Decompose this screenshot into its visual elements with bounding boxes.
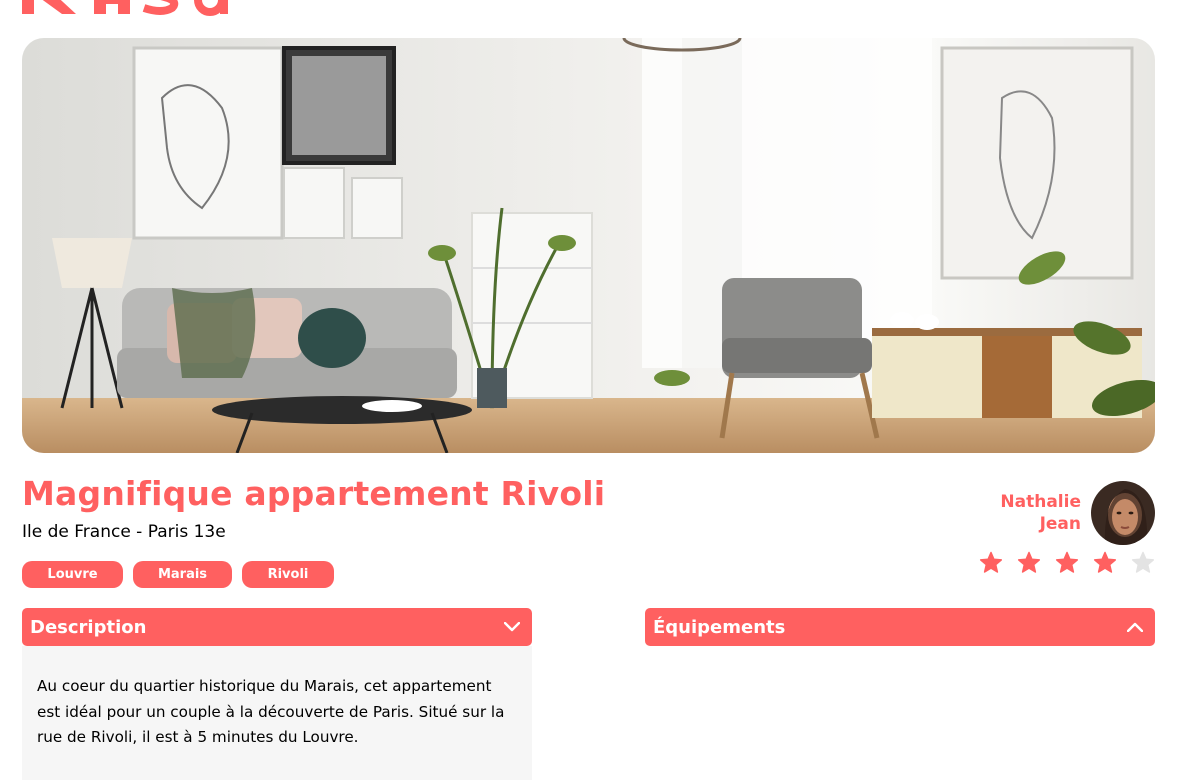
host-last-name: Jean: [1039, 514, 1081, 534]
host-name: Nathalie Jean: [991, 491, 1081, 535]
tag: Rivoli: [242, 561, 334, 588]
chevron-up-icon[interactable]: [1127, 622, 1143, 632]
tag-list: Louvre Marais Rivoli: [22, 561, 334, 588]
host-info: Nathalie Jean: [991, 481, 1155, 545]
description-collapse-header[interactable]: Description: [22, 608, 532, 646]
description-title: Description: [30, 616, 147, 638]
description-content: Au coeur du quartier historique du Marai…: [22, 646, 532, 780]
rating-stars: [979, 551, 1155, 575]
equipments-title: Équipements: [653, 616, 786, 638]
tag: Louvre: [22, 561, 123, 588]
host-first-name: Nathalie: [1000, 492, 1081, 512]
chevron-down-icon[interactable]: [504, 622, 520, 632]
star-empty-icon: [1131, 551, 1155, 575]
tag: Marais: [133, 561, 232, 588]
equipments-collapse-header[interactable]: Équipements: [645, 608, 1155, 646]
listing-location: Ile de France - Paris 13e: [22, 522, 226, 542]
star-filled-icon: [1017, 551, 1041, 575]
listing-title: Magnifique appartement Rivoli: [22, 474, 606, 513]
listing-cover-photo: [22, 38, 1155, 453]
kasa-logo[interactable]: [22, 0, 242, 16]
star-filled-icon: [1093, 551, 1117, 575]
star-filled-icon: [979, 551, 1003, 575]
star-filled-icon: [1055, 551, 1079, 575]
host-avatar: [1091, 481, 1155, 545]
